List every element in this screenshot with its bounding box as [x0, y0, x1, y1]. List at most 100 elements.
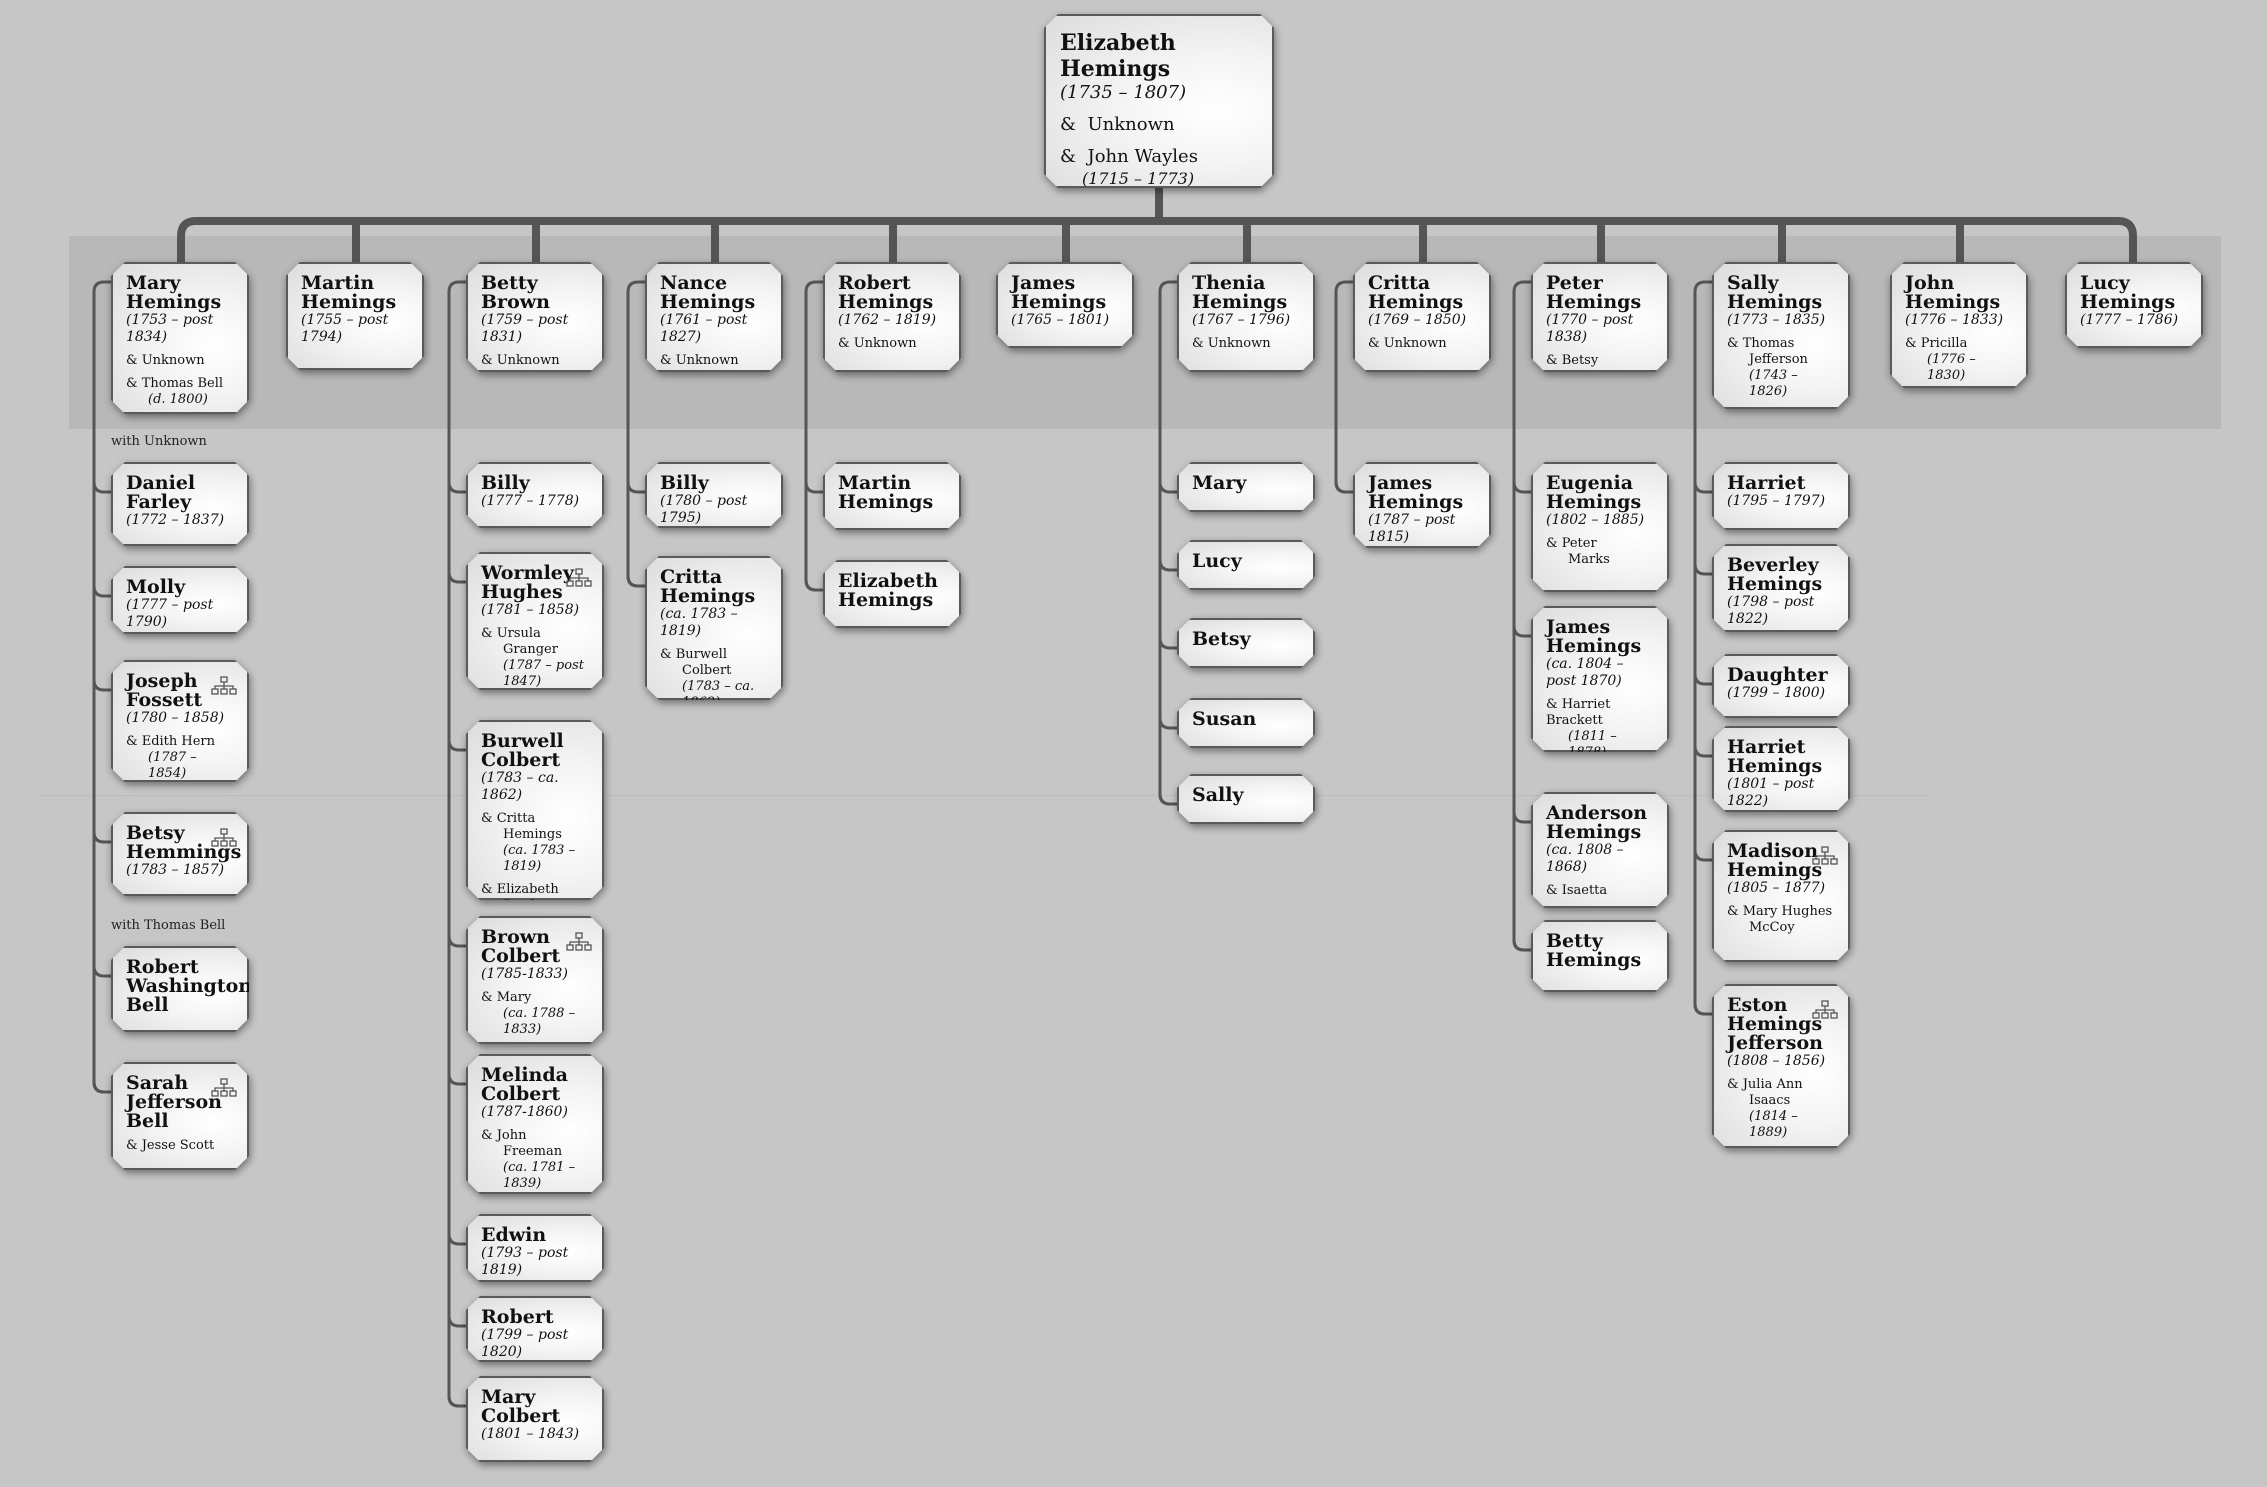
- child-card-anderson-hemings[interactable]: Anderson Hemings (ca. 1808 – 1868) & Isaet…: [1531, 792, 1669, 908]
- family-tree-icon[interactable]: [566, 568, 592, 588]
- child-branch-line: [1158, 559, 1177, 572]
- child-card-harriet[interactable]: Harriet (1795 – 1797): [1712, 462, 1850, 530]
- person-name: Lucy: [1192, 550, 1242, 572]
- child-card-lucy[interactable]: Lucy: [1177, 540, 1315, 590]
- child-card-molly[interactable]: Molly (1777 – post 1790): [111, 566, 249, 634]
- spouse-entry: & Mary (ca. 1788 – 1833): [481, 990, 592, 1038]
- spouse-dates: (ca. 1788 – 1833): [503, 1006, 576, 1037]
- child-card-elizabeth-hemings[interactable]: Elizabeth Hemings: [823, 560, 961, 628]
- person-dates: (1808 – 1856): [1727, 1053, 1826, 1069]
- person-card-sally-hemings[interactable]: Sally Hemings (1773 – 1835) & Thomas Jeffer…: [1712, 262, 1850, 409]
- person-card-john-hemings[interactable]: John Hemings (1776 – 1833) & Pricilla (1776…: [1890, 262, 2028, 388]
- person-card-robert-hemings[interactable]: Robert Hemings (1762 – 1819) & Unknown: [823, 262, 961, 372]
- person-dates: (ca. 1783 – 1819): [660, 606, 738, 639]
- child-branch-line: [1693, 1003, 1712, 1016]
- child-card-eston-hemings-jefferson[interactable]: Eston Hemings Jefferson (1808 – 1856) & Ju…: [1712, 984, 1850, 1148]
- child-branch-line: [92, 1081, 111, 1094]
- child-branch-line: [92, 831, 111, 844]
- spouse-entry: & Julia Ann Isaacs (1814 – 1889): [1727, 1077, 1838, 1141]
- spouse-name-cont: Freeman: [503, 1144, 563, 1159]
- child-card-mary[interactable]: Mary: [1177, 462, 1315, 512]
- child-card-eugenia-hemings[interactable]: Eugenia Hemings (1802 – 1885) & Peter Marks: [1531, 462, 1669, 592]
- child-card-brown-colbert[interactable]: Brown Colbert (1785-1833) & Mary (ca. 1788 …: [466, 916, 604, 1044]
- child-card-melinda-colbert[interactable]: Melinda Colbert (1787-1860) & John Freeman(…: [466, 1054, 604, 1194]
- child-branch-line: [92, 481, 111, 494]
- person-card-martin-hemings[interactable]: Martin Hemings (1755 – post 1794): [286, 262, 424, 370]
- child-card-betsy[interactable]: Betsy: [1177, 618, 1315, 668]
- family-tree-icon[interactable]: [211, 1078, 237, 1098]
- child-card-james-hemings[interactable]: James Hemings (ca. 1804 – post 1870) & Har…: [1531, 606, 1669, 752]
- child-card-robert[interactable]: Robert (1799 – post 1820): [466, 1296, 604, 1362]
- person-dates: (1793 – post 1819): [481, 1245, 569, 1278]
- person-name: Harriet: [1727, 472, 1806, 494]
- person-dates: (1805 – 1877): [1727, 880, 1826, 896]
- child-card-martin-hemings[interactable]: Martin Hemings: [823, 462, 961, 530]
- spouse-entry: & Pricilla (1776 – 1830): [1905, 336, 2016, 384]
- family-tree-icon[interactable]: [211, 676, 237, 696]
- person-name: Daniel Farley: [126, 472, 196, 513]
- child-branch-line: [447, 739, 466, 752]
- group-label: with Thomas Bell: [111, 918, 226, 933]
- child-card-betty-hemings[interactable]: Betty Hemings: [1531, 920, 1669, 992]
- child-card-daniel-farley[interactable]: Daniel Farley (1772 – 1837): [111, 462, 249, 546]
- family-tree-icon[interactable]: [566, 932, 592, 952]
- spouse-name: & Edith Hern: [126, 734, 216, 749]
- child-card-daughter[interactable]: Daughter (1799 – 1800): [1712, 654, 1850, 718]
- child-branch-line: [92, 965, 111, 978]
- child-card-betsy-hemmings[interactable]: Betsy Hemmings (1783 – 1857): [111, 812, 249, 896]
- child-card-edwin[interactable]: Edwin (1793 – post 1819): [466, 1214, 604, 1282]
- person-card-mary-hemings[interactable]: Mary Hemings (1753 – post 1834) & Unknown &…: [111, 262, 249, 414]
- spouse-name: & Unknown: [481, 353, 560, 368]
- spouse-entry: & Critta Hemings (ca. 1783 – 1819): [481, 811, 592, 875]
- person-card-james-hemings[interactable]: James Hemings (1765 – 1801): [996, 262, 1134, 348]
- person-name: Edwin: [481, 1224, 547, 1246]
- person-card-thenia-hemings[interactable]: Thenia Hemings (1767 – 1796) & Unknown: [1177, 262, 1315, 372]
- person-card-lucy-hemings[interactable]: Lucy Hemings (1777 – 1786): [2065, 262, 2203, 348]
- person-card-nance-hemings[interactable]: Nance Hemings (1761 – post 1827) & Unknown: [645, 262, 783, 372]
- child-card-madison-hemings[interactable]: Madison Hemings (1805 – 1877) & Mary Hughe…: [1712, 830, 1850, 962]
- person-name: Robert: [481, 1306, 554, 1328]
- person-dates: (1777 – 1778): [481, 493, 580, 509]
- family-tree-icon[interactable]: [1812, 1000, 1838, 1020]
- spouse-dates: (ca. 1781 – 1839): [503, 1160, 576, 1191]
- spouse-entry: & John Wayles (1715 – 1773): [1060, 146, 1258, 190]
- child-card-mary-colbert[interactable]: Mary Colbert (1801 – 1843): [466, 1376, 604, 1462]
- spouse-name-cont: Marks: [1568, 552, 1610, 567]
- child-branch-line: [1693, 673, 1712, 686]
- child-card-burwell-colbert[interactable]: Burwell Colbert (1783 – ca. 1862) & Critta…: [466, 720, 604, 900]
- child-card-beverley-hemings[interactable]: Beverley Hemings (1798 – post 1822): [1712, 544, 1850, 632]
- child-card-joseph-fossett[interactable]: Joseph Fossett (1780 – 1858) & Edith Hern(…: [111, 660, 249, 782]
- family-tree-icon[interactable]: [211, 828, 237, 848]
- spouse-entry: & Harriet Brackett (1811 – 1878): [1546, 697, 1657, 761]
- child-branch-line: [447, 1315, 466, 1328]
- child-card-harriet-hemings[interactable]: Harriet Hemings (1801 – post 1822): [1712, 726, 1850, 812]
- person-dates: (1780 – post 1795): [660, 493, 748, 526]
- child-card-sarah-jefferson-bell[interactable]: Sarah Jefferson Bell & Jesse Scott: [111, 1062, 249, 1170]
- person-name: Martin Hemings: [301, 272, 397, 313]
- child-card-james-hemings[interactable]: James Hemings (1787 – post 1815): [1353, 462, 1491, 548]
- child-branch-line: [447, 1073, 466, 1086]
- child-branch-line: [804, 579, 823, 592]
- spouse-name: & Jesse Scott: [126, 1138, 215, 1153]
- person-name: Critta Hemings: [1368, 272, 1464, 313]
- person-card-root[interactable]: Elizabeth Hemings (1735 – 1807) & Unknow…: [1044, 14, 1274, 188]
- person-name: Sally Hemings: [1727, 272, 1823, 313]
- child-card-susan[interactable]: Susan: [1177, 698, 1315, 748]
- person-name: Molly: [126, 576, 186, 598]
- child-branch-line: [1693, 481, 1712, 494]
- person-card-betty-brown[interactable]: Betty Brown (1759 – post 1831) & Unknown: [466, 262, 604, 372]
- person-card-peter-hemings[interactable]: Peter Hemings (1770 – post 1838) & Betsy: [1531, 262, 1669, 372]
- family-tree-icon[interactable]: [1812, 846, 1838, 866]
- child-card-wormley-hughes[interactable]: Wormley Hughes (1781 – 1858) & Ursula Grang…: [466, 552, 604, 690]
- child-card-critta-hemings[interactable]: Critta Hemings (ca. 1783 – 1819) & Burwell…: [645, 556, 783, 700]
- spouse-entry: & Unknown: [1060, 114, 1258, 136]
- child-card-billy[interactable]: Billy (1780 – post 1795): [645, 462, 783, 528]
- person-dates: (1755 – post 1794): [301, 312, 389, 345]
- spouse-entry: & Unknown: [660, 353, 771, 369]
- person-card-critta-hemings[interactable]: Critta Hemings (1769 – 1850) & Unknown: [1353, 262, 1491, 372]
- child-card-robert-washington-bell[interactable]: Robert Washington Bell: [111, 946, 249, 1032]
- spouse-name: & Betsy: [1546, 353, 1599, 368]
- child-card-billy[interactable]: Billy (1777 – 1778): [466, 462, 604, 528]
- spouse-name: & Pricilla: [1905, 336, 1968, 351]
- child-card-sally[interactable]: Sally: [1177, 774, 1315, 824]
